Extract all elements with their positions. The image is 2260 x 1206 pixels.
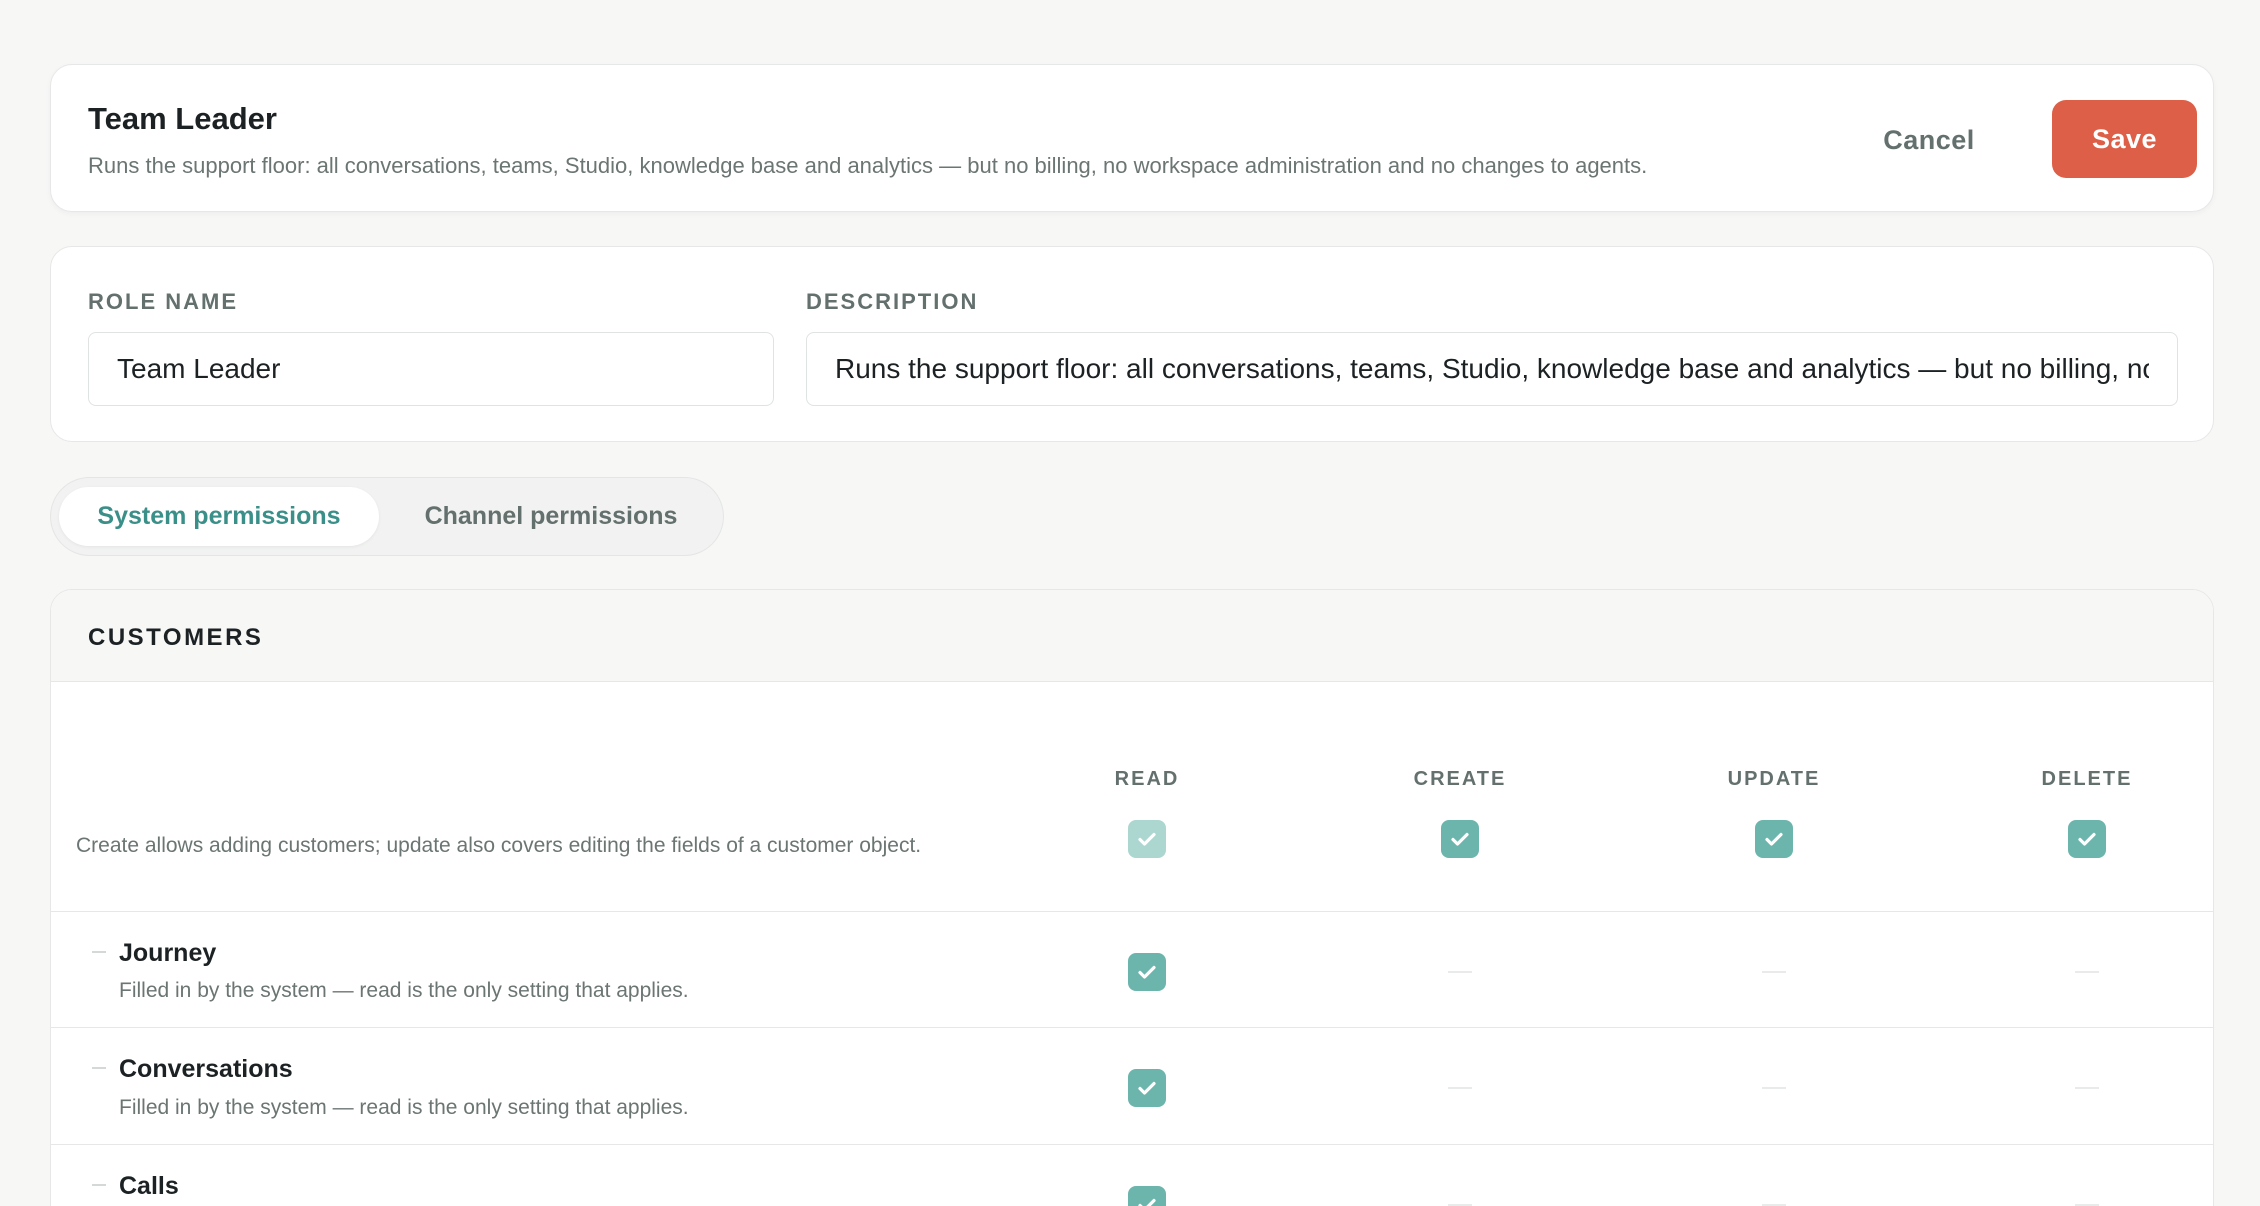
role-name-label: ROLE NAME: [88, 289, 238, 314]
column-header-read: READ: [1114, 768, 1180, 790]
permission-tabs: System permissions Channel permissions: [50, 477, 724, 556]
save-button[interactable]: Save: [2052, 100, 2197, 178]
not-applicable-dash: [2075, 1087, 2099, 1089]
not-applicable-dash: [1762, 1087, 1786, 1089]
section-title: CUSTOMERS: [88, 624, 264, 651]
row-divider: [51, 1144, 2213, 1145]
customers-permissions-panel: CUSTOMERS READ CREATE UPDATE DELETE Crea…: [50, 589, 2214, 1206]
section-note: Create allows adding customers; update a…: [76, 834, 922, 857]
row-description: Filled in by the system — read is the on…: [119, 1096, 689, 1119]
not-applicable-dash: [1448, 971, 1472, 973]
cancel-button[interactable]: Cancel: [1851, 101, 2007, 179]
page-title: Team Leader: [88, 101, 277, 136]
tree-dash: [92, 1067, 106, 1069]
tree-dash: [92, 951, 106, 953]
update-checkbox[interactable]: [1755, 820, 1793, 858]
check-icon: [1138, 1081, 1156, 1095]
row-divider: [51, 1027, 2213, 1028]
description-label: DESCRIPTION: [806, 289, 979, 314]
not-applicable-dash: [1762, 971, 1786, 973]
not-applicable-dash: [1448, 1087, 1472, 1089]
role-details-card: ROLE NAME DESCRIPTION: [50, 246, 2214, 442]
row-title-calls: Calls: [119, 1172, 179, 1200]
create-checkbox[interactable]: [1441, 820, 1479, 858]
check-icon: [1138, 1198, 1156, 1206]
row-title-conversations: Conversations: [119, 1055, 293, 1083]
row-description: Filled in by the system — read is the on…: [119, 979, 689, 1002]
role-name-input[interactable]: [88, 332, 774, 406]
check-icon: [2078, 832, 2096, 846]
check-icon: [1765, 832, 1783, 846]
tab-system-permissions[interactable]: System permissions: [59, 487, 379, 546]
check-icon: [1138, 965, 1156, 979]
column-header-update: UPDATE: [1727, 768, 1821, 790]
calls-read-checkbox[interactable]: [1128, 1186, 1166, 1206]
page-description: Runs the support floor: all conversation…: [88, 153, 1648, 178]
conversations-read-checkbox[interactable]: [1128, 1069, 1166, 1107]
check-icon: [1138, 832, 1156, 846]
check-icon: [1451, 832, 1469, 846]
row-title-journey: Journey: [119, 939, 217, 967]
role-editor-page: Team Leader Runs the support floor: all …: [0, 0, 2260, 1206]
journey-read-checkbox[interactable]: [1128, 953, 1166, 991]
role-header-card: Team Leader Runs the support floor: all …: [50, 64, 2214, 212]
tab-channel-permissions[interactable]: Channel permissions: [391, 487, 711, 546]
row-divider: [51, 911, 2213, 912]
read-checkbox[interactable]: [1128, 820, 1166, 858]
not-applicable-dash: [2075, 971, 2099, 973]
column-header-create: CREATE: [1413, 768, 1507, 790]
description-input[interactable]: [806, 332, 2178, 406]
delete-checkbox[interactable]: [2068, 820, 2106, 858]
column-header-delete: DELETE: [2041, 768, 2133, 790]
tree-dash: [92, 1184, 106, 1186]
section-header: CUSTOMERS: [51, 590, 2213, 682]
